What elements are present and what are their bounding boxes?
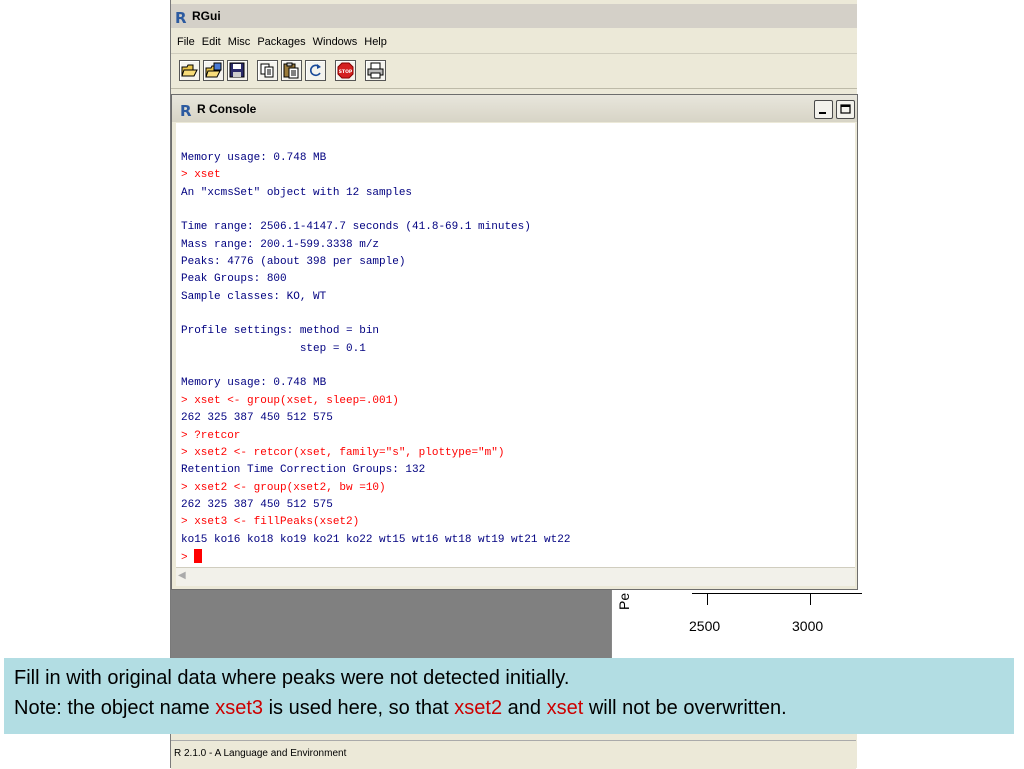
- save-button[interactable]: [227, 60, 248, 81]
- paste-icon: [283, 62, 299, 79]
- r-logo-icon: R: [175, 9, 189, 27]
- console-output-line: Profile settings: method = bin: [181, 325, 380, 338]
- maximize-icon: [840, 104, 851, 114]
- console-output-line: An "xcmsSet" object with 12 samples: [181, 186, 413, 199]
- open-script-icon: [181, 64, 198, 77]
- console-title: R Console: [197, 101, 257, 116]
- callout-highlight-xset: xset: [546, 697, 584, 719]
- plot-tick-label: 3000: [792, 618, 824, 634]
- menu-file[interactable]: File: [177, 36, 195, 48]
- rgui-title-bar[interactable]: R RGui: [171, 4, 857, 28]
- menu-bar: File Edit Misc Packages Windows Help: [171, 31, 857, 54]
- copy-icon: [260, 63, 274, 78]
- copy-button[interactable]: [257, 60, 278, 81]
- menu-packages[interactable]: Packages: [257, 36, 305, 48]
- console-command-line: > xset2 <- group(xset2, bw =10): [181, 481, 386, 494]
- callout-highlight-xset3: xset3: [215, 697, 264, 719]
- print-icon: [367, 62, 384, 79]
- callout-text: Note: the object name: [14, 697, 216, 719]
- stop-button[interactable]: STOP: [335, 60, 356, 81]
- console-output-line: ko15 ko16 ko18 ko19 ko21 ko22 wt15 wt16 …: [181, 533, 571, 546]
- console-output-line: Memory usage: 0.748 MB: [181, 377, 327, 390]
- minimize-button[interactable]: [814, 100, 833, 119]
- load-workspace-button[interactable]: [203, 60, 224, 81]
- r-console-window: R R Console Memory usage: 0.748 MB > xse…: [171, 94, 858, 590]
- console-output-line: step = 0.1: [181, 342, 366, 355]
- menu-help[interactable]: Help: [364, 36, 387, 48]
- console-output-line: Sample classes: KO, WT: [181, 290, 327, 303]
- console-command-line: > xset2 <- retcor(xset, family="s", plot…: [181, 446, 505, 459]
- console-output-line: 262 325 387 450 512 575: [181, 412, 333, 425]
- text-cursor: [194, 548, 203, 563]
- console-output-line: 262 325 387 450 512 575: [181, 498, 333, 511]
- console-output-line: Peaks: 4776 (about 398 per sample): [181, 256, 406, 269]
- status-bar: R 2.1.0 - A Language and Environment: [171, 740, 856, 769]
- console-output-line: Mass range: 200.1-599.3338 m/z: [181, 238, 380, 251]
- horizontal-scrollbar[interactable]: ◀: [176, 567, 855, 586]
- svg-text:STOP: STOP: [339, 69, 353, 75]
- console-output-line: Retention Time Correction Groups: 132: [181, 464, 426, 477]
- minimize-icon: [819, 112, 826, 114]
- console-title-bar[interactable]: R R Console: [172, 95, 857, 122]
- svg-text:R: R: [175, 10, 187, 24]
- console-command-line: > xset: [181, 169, 221, 182]
- plot-tick-label: 2500: [689, 618, 721, 634]
- callout-line-1: Fill in with original data where peaks w…: [14, 667, 570, 689]
- plot-y-label: Pe: [616, 592, 632, 610]
- refresh-icon: [309, 64, 321, 77]
- console-command-line: > xset <- group(xset, sleep=.001): [181, 394, 399, 407]
- app-title: RGui: [192, 9, 221, 23]
- scroll-left-icon[interactable]: ◀: [178, 570, 191, 583]
- plot-x-axis: [692, 593, 862, 594]
- menu-misc[interactable]: Misc: [228, 36, 251, 48]
- plot-tick: [810, 593, 811, 605]
- svg-text:R: R: [180, 103, 192, 117]
- open-script-button[interactable]: [179, 60, 200, 81]
- callout-highlight-xset2: xset2: [454, 697, 503, 719]
- toolbar: STOP: [171, 56, 857, 89]
- refresh-button[interactable]: [305, 60, 326, 81]
- console-prompt: >: [181, 551, 195, 564]
- console-text: Memory usage: 0.748 MB > xset An "xcmsSe…: [181, 150, 570, 567]
- plot-tick: [707, 593, 708, 605]
- status-text: R 2.1.0 - A Language and Environment: [174, 748, 347, 759]
- console-output-line: Time range: 2506.1-4147.7 seconds (41.8-…: [181, 221, 531, 234]
- callout-text: is used here, so that: [263, 697, 455, 719]
- menu-edit[interactable]: Edit: [202, 36, 221, 48]
- console-command-line: > xset3 <- fillPeaks(xset2): [181, 516, 360, 529]
- save-icon: [229, 62, 245, 78]
- console-output-line: Memory usage: 0.748 MB: [181, 152, 327, 164]
- r-logo-icon: R: [180, 102, 194, 120]
- stop-icon: STOP: [337, 62, 354, 79]
- menu-windows[interactable]: Windows: [313, 36, 358, 48]
- callout-text: and: [502, 697, 547, 719]
- console-output[interactable]: Memory usage: 0.748 MB > xset An "xcmsSe…: [176, 123, 855, 567]
- maximize-button[interactable]: [836, 100, 855, 119]
- print-button[interactable]: [365, 60, 386, 81]
- callout-line-2: Note: the object name xset3 is used here…: [14, 697, 787, 720]
- callout-text: will not be overwritten.: [583, 697, 787, 719]
- console-output-line: Peak Groups: 800: [181, 273, 287, 286]
- paste-button[interactable]: [281, 60, 302, 81]
- mdi-workspace: [171, 588, 611, 660]
- load-workspace-icon: [205, 62, 222, 78]
- console-command-line: > ?retcor: [181, 429, 241, 442]
- annotation-callout: Fill in with original data where peaks w…: [4, 658, 1014, 734]
